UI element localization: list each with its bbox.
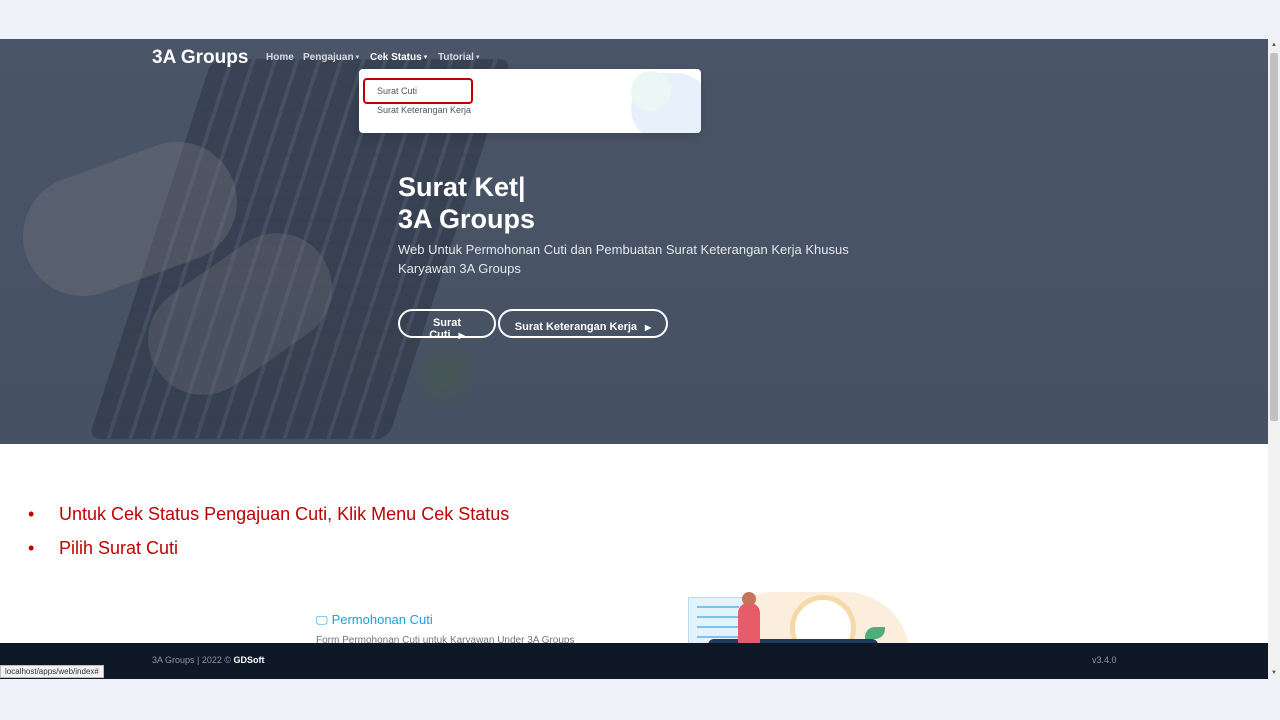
hero-title: Surat Ket| 3A Groups (398, 171, 535, 235)
nav-item-label: Cek Status (370, 52, 422, 63)
hero-title-typed: Ket| (474, 172, 526, 202)
nav-item-tutorial[interactable]: Tutorial ▾ (438, 52, 479, 63)
bullet-icon: • (28, 504, 35, 524)
service-title-text: Permohonan Cuti (331, 612, 433, 627)
button-label: Surat Keterangan Kerja (514, 320, 638, 333)
person-head (742, 592, 756, 606)
company-name: GDSoft (233, 655, 265, 665)
navbar: 3A Groups Home Pengajuan ▾ Cek Status ▾ Tu… (0, 39, 1268, 133)
browser-viewport: 3A Groups Home Pengajuan ▾ Cek Status ▾ Tu… (0, 39, 1280, 679)
nav-item-cek-status[interactable]: Cek Status ▾ (370, 52, 427, 63)
instruction-item: • Untuk Cek Status Pengajuan Cuti, Klik M… (28, 504, 509, 525)
brand-logo[interactable]: 3A Groups (152, 47, 248, 69)
monitor-icon: 🖵 (316, 613, 328, 627)
browser-status-bar: localhost/apps/web/index# (0, 665, 104, 678)
plant-image (405, 339, 485, 409)
nav-item-pengajuan[interactable]: Pengajuan ▾ (303, 52, 359, 63)
nav-item-home[interactable]: Home (266, 52, 294, 63)
dropdown-item-surat-keterangan-kerja[interactable]: Surat Keterangan Kerja (377, 105, 471, 115)
hero-subtitle: Web Untuk Permohonan Cuti dan Pembuatan … (398, 242, 849, 276)
caret-down-icon: ▾ (423, 54, 428, 61)
instruction-list: • Untuk Cek Status Pengajuan Cuti, Klik M… (28, 504, 509, 572)
hero-section: 3A Groups Home Pengajuan ▾ Cek Status ▾ Tu… (0, 39, 1268, 444)
nav-item-label: Pengajuan (303, 52, 354, 63)
instruction-text: Untuk Cek Status Pengajuan Cuti, Klik Me… (59, 504, 510, 524)
app-version: v3.4.0 (1092, 655, 1117, 665)
hero-title-prefix: Surat (398, 172, 475, 202)
scroll-down-arrow-icon[interactable]: ▼ (1271, 670, 1277, 676)
service-permohonan-cuti[interactable]: 🖵 Permohonan Cuti Form Permohonan Cuti un… (316, 612, 574, 646)
scrollbar-thumb[interactable] (1270, 53, 1278, 421)
footer: 3A Groups | 2022 © GDSoft v3.4.0 (0, 643, 1268, 679)
nav-item-label: Tutorial (438, 52, 474, 63)
button-label: Surat Cuti (429, 317, 462, 341)
play-icon: ▶ (458, 331, 465, 340)
footer-copyright: 3A Groups | 2022 © GDSoft (152, 655, 265, 665)
hero-title-line2: 3A Groups (398, 204, 536, 234)
bullet-icon: • (28, 538, 35, 558)
surat-keterangan-kerja-button[interactable]: Surat Keterangan Kerja ▶ (498, 309, 668, 338)
scroll-up-arrow-icon[interactable]: ▲ (1271, 42, 1277, 48)
dropdown-decoration (631, 71, 671, 111)
instruction-item: • Pilih Surat Cuti (28, 538, 509, 559)
instruction-text: Pilih Surat Cuti (59, 538, 179, 558)
service-title: 🖵 Permohonan Cuti (316, 612, 574, 628)
caret-down-icon: ▾ (475, 54, 480, 61)
dropdown-item-surat-cuti[interactable]: Surat Cuti (377, 86, 417, 96)
caret-down-icon: ▾ (355, 54, 360, 61)
nav-item-label: Home (266, 52, 294, 63)
cek-status-dropdown-menu: Surat Cuti Surat Keterangan Kerja (359, 69, 701, 133)
vertical-scrollbar[interactable]: ▲ ▼ (1268, 39, 1280, 679)
play-icon: ▶ (645, 322, 652, 332)
copyright-text: 3A Groups | 2022 © (152, 655, 234, 665)
surat-cuti-button[interactable]: Surat Cuti ▶ (398, 309, 496, 341)
